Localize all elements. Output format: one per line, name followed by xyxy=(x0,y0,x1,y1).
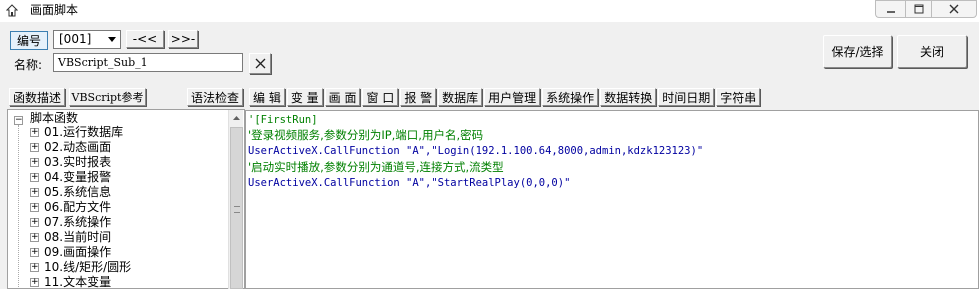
expand-icon[interactable]: + xyxy=(30,218,39,227)
tree-guide-line xyxy=(18,125,19,288)
expand-icon[interactable]: + xyxy=(30,158,39,167)
toolbar-data-conversion[interactable]: 数据转换 xyxy=(600,88,657,106)
tree-item-label: 03.实时报表 xyxy=(44,155,112,169)
expand-icon[interactable]: + xyxy=(30,233,39,242)
save-select-button[interactable]: 保存/选择 xyxy=(823,35,892,68)
toolbar-database[interactable]: 数据库 xyxy=(438,88,483,106)
tree-item-label: 02.动态画面 xyxy=(44,140,112,154)
collapse-icon[interactable]: − xyxy=(14,116,23,125)
code-line: '启动实时播放,参数分别为通道号,连接方式,流类型 xyxy=(248,160,504,174)
grip-icon xyxy=(234,206,240,213)
name-label: 名称: xyxy=(14,58,43,72)
close-button[interactable]: 关闭 xyxy=(897,35,967,68)
toolbar-screen[interactable]: 画 面 xyxy=(324,88,361,106)
tree-item-label: 07.系统操作 xyxy=(44,215,112,229)
maximize-button[interactable] xyxy=(905,0,931,18)
toolbar-system-operation[interactable]: 系统操作 xyxy=(542,88,599,106)
tree-item-label: 08.当前时间 xyxy=(44,230,112,244)
code-label: 编号 xyxy=(10,31,48,50)
prev-button[interactable]: -<< xyxy=(126,30,164,48)
tree-item-label: 09.画面操作 xyxy=(44,245,112,259)
tree-scrollbar[interactable] xyxy=(228,110,243,289)
script-editor[interactable]: '[FirstRun] '登录视频服务,参数分别为IP,端口,用户名,密码 Us… xyxy=(245,110,979,289)
expand-icon[interactable]: + xyxy=(30,188,39,197)
expand-icon[interactable]: + xyxy=(30,263,39,272)
expand-icon[interactable]: + xyxy=(30,248,39,257)
title-bar: 画面脚本 xyxy=(0,0,979,22)
toolbar-window[interactable]: 窗 口 xyxy=(362,88,399,106)
window-close-button[interactable] xyxy=(931,0,977,18)
toolbar-date-time[interactable]: 时间日期 xyxy=(658,88,715,106)
tree-item-label: 11.文本变量 xyxy=(44,275,112,289)
expand-icon[interactable]: + xyxy=(30,143,39,152)
vbscript-reference-button[interactable]: VBScript参考 xyxy=(69,88,146,106)
function-tree: − 脚本函数 +01.运行数据库 +02.动态画面 +03.实时报表 +04.变… xyxy=(7,109,245,289)
app-icon xyxy=(6,4,18,17)
code-line: '[FirstRun] xyxy=(248,114,318,126)
minimize-button[interactable] xyxy=(875,0,905,18)
name-input[interactable]: VBScript_Sub_1 xyxy=(53,53,243,72)
expand-icon[interactable]: + xyxy=(30,278,39,287)
tree-item-label: 10.线/矩形/圆形 xyxy=(44,260,132,274)
scroll-up-arrow-icon[interactable] xyxy=(229,110,244,126)
expand-icon[interactable]: + xyxy=(30,203,39,212)
function-description-button[interactable]: 函数描述 xyxy=(9,88,65,106)
clear-name-button[interactable] xyxy=(249,53,271,74)
scroll-thumb[interactable] xyxy=(230,127,243,289)
close-icon xyxy=(949,4,959,14)
expand-icon[interactable]: + xyxy=(30,128,39,137)
maximize-icon xyxy=(914,4,923,14)
category-toolbar: 编 辑 变 量 画 面 窗 口 报 警 数据库 用户管理 系统操作 数据转换 时… xyxy=(249,88,761,106)
chevron-down-icon xyxy=(108,37,116,42)
toolbar-user-management[interactable]: 用户管理 xyxy=(484,88,541,106)
code-line: UserActiveX.CallFunction "A","Login(192.… xyxy=(248,145,704,157)
code-line: UserActiveX.CallFunction "A","StartRealP… xyxy=(248,177,571,189)
tree-item-label: 05.系统信息 xyxy=(44,185,112,199)
close-icon xyxy=(255,58,265,69)
code-line: '登录视频服务,参数分别为IP,端口,用户名,密码 xyxy=(248,128,484,142)
tree-item-label: 01.运行数据库 xyxy=(44,125,124,139)
toolbar-string[interactable]: 字符串 xyxy=(716,88,761,106)
toolbar-variable[interactable]: 变 量 xyxy=(286,88,323,106)
toolbar-alarm[interactable]: 报 警 xyxy=(400,88,437,106)
next-button[interactable]: >>- xyxy=(168,30,198,48)
tree-item-label: 04.变量报警 xyxy=(44,170,112,184)
window-title: 画面脚本 xyxy=(30,3,79,17)
syntax-check-button[interactable]: 语法检查 xyxy=(187,88,243,106)
code-select[interactable]: [001] xyxy=(53,30,121,49)
tree-item-label: 06.配方文件 xyxy=(44,200,112,214)
toolbar-edit[interactable]: 编 辑 xyxy=(249,88,285,106)
expand-icon[interactable]: + xyxy=(30,173,39,182)
minimize-icon xyxy=(886,11,895,13)
tree-root-label[interactable]: 脚本函数 xyxy=(30,111,78,126)
code-select-value: [001] xyxy=(59,32,92,46)
